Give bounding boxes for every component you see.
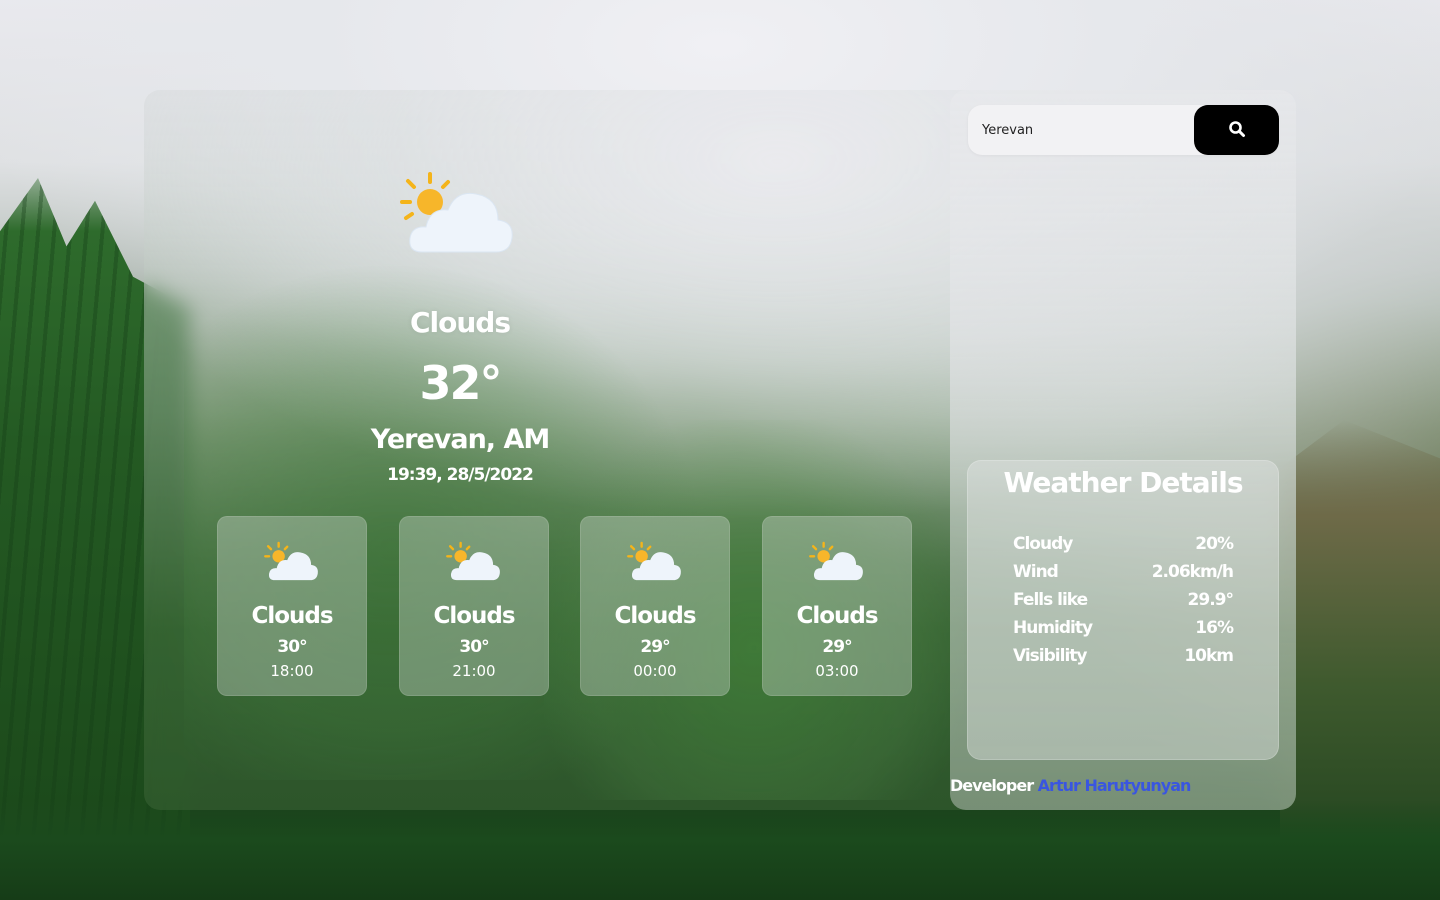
forecast-time: 03:00 <box>815 662 859 680</box>
forecast-temp: 30° <box>459 637 489 657</box>
forecast-temp: 30° <box>277 637 307 657</box>
current-datetime: 19:39, 28/5/2022 <box>387 465 534 485</box>
partly-cloudy-icon <box>627 541 683 583</box>
partly-cloudy-icon <box>400 170 516 258</box>
current-condition: Clouds <box>409 306 511 339</box>
detail-row-visibility: Visibility 10km <box>1013 646 1234 670</box>
partly-cloudy-icon <box>264 541 320 583</box>
search-icon <box>1228 120 1246 141</box>
detail-label: Visibility <box>1013 646 1087 666</box>
detail-row-feels-like: Fells like 29.9° <box>1013 590 1234 614</box>
forecast-condition: Clouds <box>433 603 515 629</box>
weather-details-title: Weather Details <box>1003 466 1243 499</box>
forecast-time: 21:00 <box>452 662 496 680</box>
current-city: Yerevan, AM <box>370 424 550 455</box>
current-temperature: 32° <box>419 356 502 410</box>
partly-cloudy-icon <box>809 541 865 583</box>
search-input[interactable] <box>978 114 1196 146</box>
developer-link[interactable]: Artur Harutyunyan <box>1038 776 1192 795</box>
detail-value: 10km <box>1184 646 1234 666</box>
forecast-condition: Clouds <box>614 603 696 629</box>
detail-label: Fells like <box>1013 590 1088 610</box>
forecast-card: Clouds 29° 03:00 <box>762 516 912 696</box>
forecast-time: 00:00 <box>633 662 677 680</box>
detail-value: 20% <box>1195 534 1234 554</box>
detail-row-wind: Wind 2.06km/h <box>1013 562 1234 586</box>
partly-cloudy-icon <box>446 541 502 583</box>
forecast-time: 18:00 <box>270 662 314 680</box>
forecast-card: Clouds 30° 21:00 <box>399 516 549 696</box>
detail-label: Cloudy <box>1013 534 1073 554</box>
detail-value: 2.06km/h <box>1151 562 1234 582</box>
detail-value: 29.9° <box>1187 590 1234 610</box>
developer-label: Developer <box>950 776 1034 795</box>
forecast-temp: 29° <box>822 637 852 657</box>
detail-value: 16% <box>1195 618 1234 638</box>
forecast-condition: Clouds <box>796 603 878 629</box>
detail-label: Humidity <box>1013 618 1093 638</box>
forecast-card: Clouds 29° 00:00 <box>580 516 730 696</box>
detail-row-humidity: Humidity 16% <box>1013 618 1234 642</box>
forecast-card: Clouds 30° 18:00 <box>217 516 367 696</box>
forecast-condition: Clouds <box>251 603 333 629</box>
detail-row-cloudy: Cloudy 20% <box>1013 534 1234 558</box>
forest-bottom <box>0 800 1440 900</box>
detail-label: Wind <box>1013 562 1059 582</box>
developer-credit: Developer Artur Harutyunyan <box>950 776 1192 795</box>
search-button[interactable] <box>1194 105 1279 155</box>
forecast-temp: 29° <box>640 637 670 657</box>
